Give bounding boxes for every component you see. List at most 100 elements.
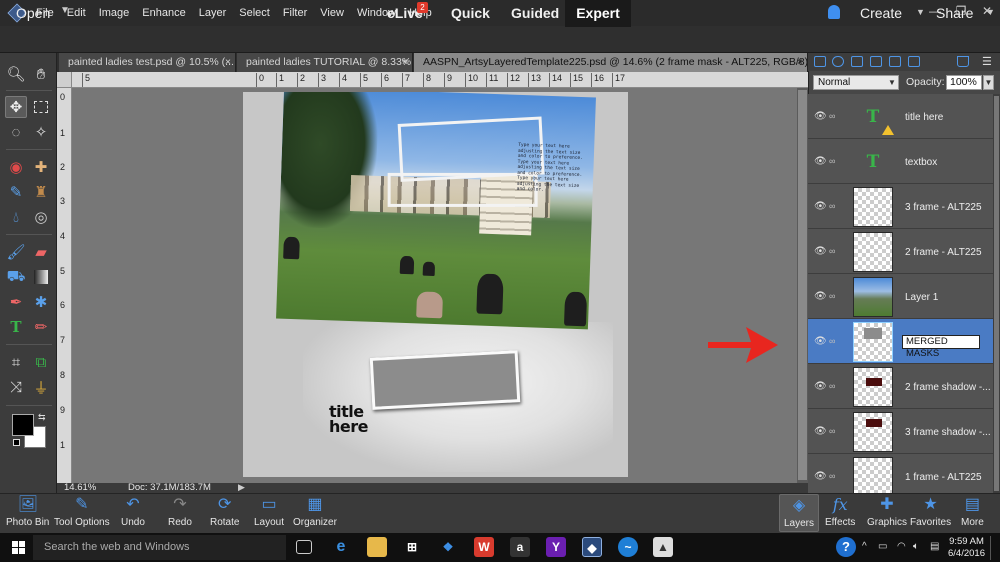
lock-icon[interactable]: [889, 56, 901, 67]
scrollbar-thumb[interactable]: [994, 96, 999, 491]
type-tool-icon[interactable]: T: [5, 316, 27, 338]
task-view-icon[interactable]: [296, 540, 312, 554]
clone-stamp-icon[interactable]: ♜: [30, 181, 52, 203]
trash-icon[interactable]: [957, 56, 969, 67]
link-layers-icon[interactable]: [908, 56, 920, 67]
layer-row[interactable]: 👁︎ ∞ 2 frame - ALT225: [808, 229, 993, 274]
link-icon[interactable]: ∞: [829, 381, 835, 391]
edge-browser-icon[interactable]: e: [331, 537, 351, 557]
custom-shape-icon[interactable]: ✱: [30, 291, 52, 313]
eye-icon[interactable]: 👁︎: [814, 426, 827, 437]
red-eye-tool-icon[interactable]: ◉: [5, 156, 27, 178]
layer-row[interactable]: 👁︎ ∞ T textbox: [808, 139, 993, 184]
photoshop-elements-icon[interactable]: ◆: [582, 537, 602, 557]
redo-button[interactable]: ↷ Redo: [168, 496, 192, 528]
chevron-right-icon[interactable]: ▶: [238, 482, 245, 493]
favorites-button[interactable]: ★ Favorites: [910, 496, 951, 528]
windows-start-icon[interactable]: [12, 541, 25, 554]
default-colors-icon[interactable]: [13, 439, 20, 446]
create-button[interactable]: Create: [860, 5, 902, 21]
photo-layer[interactable]: Type your text here adjusting the text s…: [276, 92, 596, 330]
layer-row[interactable]: 👁︎ ∞ 3 frame - ALT225: [808, 184, 993, 229]
new-layer-icon[interactable]: [814, 56, 826, 67]
close-tab-icon[interactable]: ×: [797, 53, 803, 71]
notifications-icon[interactable]: ▤: [930, 541, 939, 552]
link-icon[interactable]: ∞: [829, 336, 835, 346]
photos-app-icon[interactable]: ▲: [653, 537, 673, 557]
foreground-color-swatch[interactable]: [12, 414, 34, 436]
eye-icon[interactable]: 👁︎: [814, 381, 827, 392]
eye-icon[interactable]: 👁︎: [814, 156, 827, 167]
layer-row[interactable]: 👁︎ ∞ 3 frame shadow -...: [808, 409, 993, 454]
layer-row-selected[interactable]: 👁︎ ∞ MERGED MASKS: [808, 319, 993, 364]
recompose-tool-icon[interactable]: ⧉: [30, 351, 52, 373]
chevron-down-icon[interactable]: ▼: [888, 75, 896, 90]
frame-mask[interactable]: [369, 350, 521, 410]
layer-name-input[interactable]: MERGED MASKS: [902, 335, 980, 359]
office-app-icon[interactable]: W: [474, 537, 494, 557]
help-icon[interactable]: ?: [836, 537, 856, 557]
taskbar-search-input[interactable]: Search the web and Windows: [33, 535, 286, 560]
lasso-tool-icon[interactable]: ◌: [5, 121, 27, 143]
eye-icon[interactable]: 👁︎: [814, 291, 827, 302]
pencil-tool-icon[interactable]: ✏︎: [30, 316, 52, 338]
file-explorer-icon[interactable]: [367, 537, 387, 557]
layer-row[interactable]: 👁︎ ∞ 2 frame shadow -...: [808, 364, 993, 409]
magic-wand-tool-icon[interactable]: ✧: [30, 121, 52, 143]
yahoo-icon[interactable]: Y: [546, 537, 566, 557]
tab-document[interactable]: painted ladies TUTORIAL @ 8.33% ... ×: [237, 53, 413, 72]
adjustment-layer-icon[interactable]: [851, 56, 863, 67]
store-icon[interactable]: ⊞: [402, 537, 422, 557]
app-icon[interactable]: ~: [618, 537, 638, 557]
organizer-button[interactable]: ▦ Organizer: [293, 496, 337, 528]
tool-options-button[interactable]: ✎ Tool Options: [54, 496, 110, 528]
brush-tool-icon[interactable]: 🖌︎: [5, 241, 27, 263]
panel-menu-icon[interactable]: ☰: [982, 55, 992, 68]
tab-document-active[interactable]: AASPN_ArtsyLayeredTemplate225.psd @ 14.6…: [414, 53, 808, 72]
chevron-down-icon[interactable]: ▼: [60, 5, 70, 16]
open-button[interactable]: Open: [16, 5, 50, 21]
chevron-down-icon[interactable]: ▼: [916, 7, 925, 17]
show-desktop-button[interactable]: [990, 536, 996, 560]
show-hidden-icons[interactable]: ^: [862, 541, 867, 552]
menu-layer[interactable]: Layer: [199, 7, 227, 19]
layer-row[interactable]: 👁︎ ∞ T title here: [808, 94, 993, 139]
move-tool-icon[interactable]: ✥: [5, 96, 27, 118]
link-icon[interactable]: ∞: [829, 111, 835, 121]
menu-enhance[interactable]: Enhance: [142, 7, 185, 19]
layers-button[interactable]: ◈ Layers: [779, 494, 820, 532]
gradient-tool-icon[interactable]: [30, 266, 52, 288]
swap-colors-icon[interactable]: ⇆: [38, 412, 46, 423]
paint-bucket-icon[interactable]: ⛟: [5, 266, 27, 288]
rotate-button[interactable]: ⟳ Rotate: [210, 496, 239, 528]
sponge-tool-icon[interactable]: ◎: [30, 206, 52, 228]
dropbox-icon[interactable]: ❖: [438, 537, 458, 557]
smart-brush-icon[interactable]: ✎: [5, 181, 27, 203]
link-icon[interactable]: ∞: [829, 156, 835, 166]
taskbar-clock[interactable]: 9:59 AM 6/4/2016: [948, 536, 985, 560]
close-tab-icon[interactable]: ×: [402, 53, 408, 71]
layout-button[interactable]: ▭ Layout: [254, 496, 284, 528]
amazon-icon[interactable]: a: [510, 537, 530, 557]
link-icon[interactable]: ∞: [829, 246, 835, 256]
mode-expert[interactable]: Expert: [565, 0, 631, 27]
eye-icon[interactable]: 👁︎: [814, 471, 827, 482]
crop-tool-icon[interactable]: ⌗: [5, 351, 27, 373]
zoom-level[interactable]: 14.61%: [64, 482, 96, 493]
photo-bin-button[interactable]: 🖼︎ Photo Bin: [6, 496, 49, 528]
blend-mode-select[interactable]: Normal: [813, 75, 899, 90]
mode-guided[interactable]: Guided: [511, 5, 559, 21]
eraser-tool-icon[interactable]: ▰: [30, 241, 52, 263]
menu-view[interactable]: View: [320, 7, 344, 19]
close-tab-icon[interactable]: ×: [225, 53, 231, 71]
scrollbar-thumb[interactable]: [798, 90, 807, 480]
wifi-icon[interactable]: ◠: [897, 541, 906, 552]
eye-icon[interactable]: 👁︎: [814, 246, 827, 257]
link-icon[interactable]: ∞: [829, 201, 835, 211]
zoom-tool-icon[interactable]: 🔍︎: [5, 63, 27, 85]
volume-icon[interactable]: 🔈︎: [913, 541, 919, 552]
content-aware-move-icon[interactable]: ⤨: [5, 376, 27, 398]
graphics-button[interactable]: ✚ Graphics: [867, 496, 907, 528]
hand-tool-icon[interactable]: ✋︎: [30, 63, 52, 85]
layer-row[interactable]: 👁︎ ∞ 1 frame - ALT225: [808, 454, 993, 493]
